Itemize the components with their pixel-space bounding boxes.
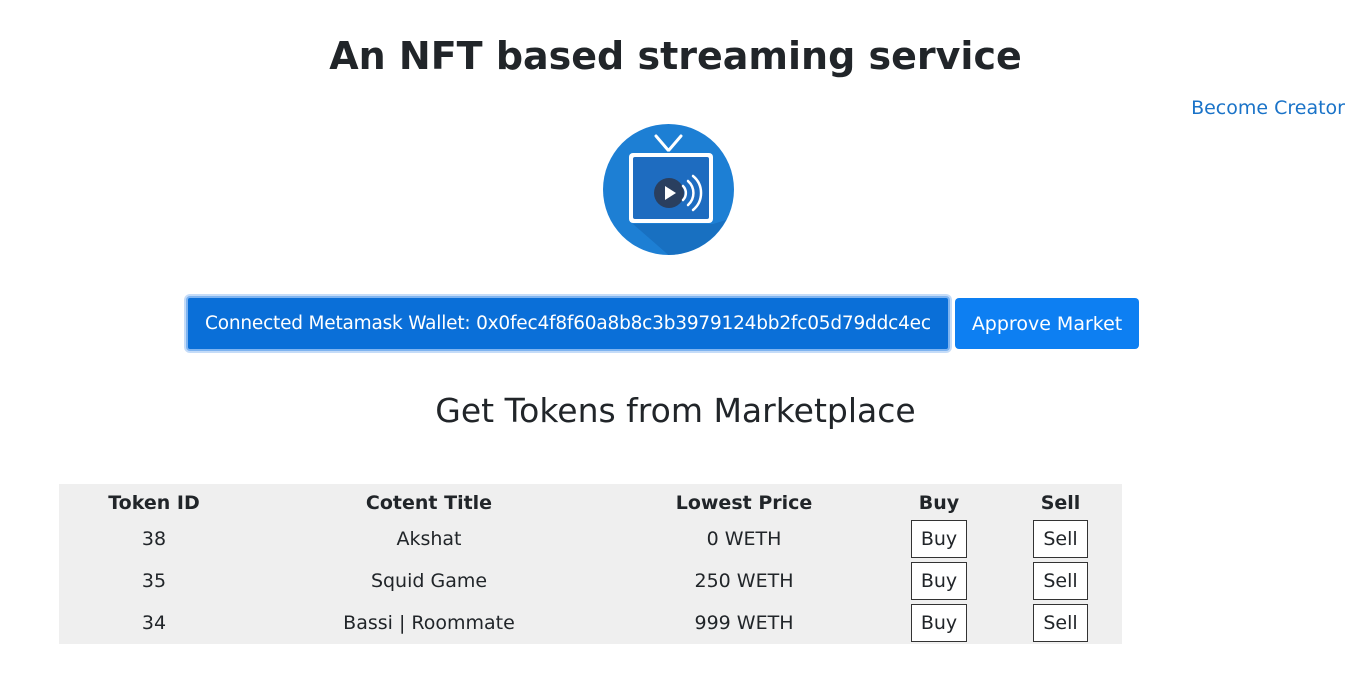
table-row: 34 Bassi | Roommate 999 WETH Buy Sell <box>59 602 1122 644</box>
table-row: 35 Squid Game 250 WETH Buy Sell <box>59 560 1122 602</box>
sell-cell: Sell <box>999 560 1122 602</box>
token-id-cell: 38 <box>141 528 167 550</box>
token-id-cell: 34 <box>141 612 167 634</box>
buy-cell: Buy <box>879 518 999 560</box>
buy-button[interactable]: Buy <box>910 562 968 600</box>
token-id-cell: 35 <box>141 570 167 592</box>
sell-button[interactable]: Sell <box>1033 562 1088 600</box>
become-creator-link[interactable]: Become Creator <box>1191 97 1345 119</box>
sell-cell: Sell <box>999 602 1122 644</box>
title-cell: Akshat <box>396 528 462 550</box>
buy-button[interactable]: Buy <box>910 604 968 642</box>
title-cell: Bassi | Roommate <box>343 612 515 634</box>
marketplace-table: Token ID Cotent Title Lowest Price Buy S… <box>59 484 1122 644</box>
wallet-row: Connected Metamask Wallet: 0x0fec4f8f60a… <box>186 296 1140 351</box>
sell-button[interactable]: Sell <box>1033 604 1088 642</box>
column-header-title: Cotent Title <box>365 492 493 514</box>
page-title: An NFT based streaming service <box>329 34 1022 78</box>
buy-cell: Buy <box>879 560 999 602</box>
tv-stream-icon <box>603 124 734 255</box>
price-cell: 0 WETH <box>706 528 782 550</box>
column-header-buy: Buy <box>918 492 960 514</box>
table-row: 38 Akshat 0 WETH Buy Sell <box>59 518 1122 560</box>
page: An NFT based streaming service Become Cr… <box>0 0 1351 686</box>
column-header-sell: Sell <box>1040 492 1081 514</box>
table-header-row: Token ID Cotent Title Lowest Price Buy S… <box>59 484 1122 518</box>
column-header-token-id: Token ID <box>108 492 200 514</box>
sell-cell: Sell <box>999 518 1122 560</box>
price-cell: 999 WETH <box>694 612 794 634</box>
buy-button[interactable]: Buy <box>910 520 968 558</box>
column-header-price: Lowest Price <box>675 492 813 514</box>
title-cell: Squid Game <box>370 570 488 592</box>
buy-cell: Buy <box>879 602 999 644</box>
connected-wallet-button[interactable]: Connected Metamask Wallet: 0x0fec4f8f60a… <box>186 296 950 351</box>
sell-button[interactable]: Sell <box>1033 520 1088 558</box>
approve-market-button[interactable]: Approve Market <box>954 298 1140 349</box>
marketplace-title: Get Tokens from Marketplace <box>435 391 916 430</box>
price-cell: 250 WETH <box>694 570 794 592</box>
